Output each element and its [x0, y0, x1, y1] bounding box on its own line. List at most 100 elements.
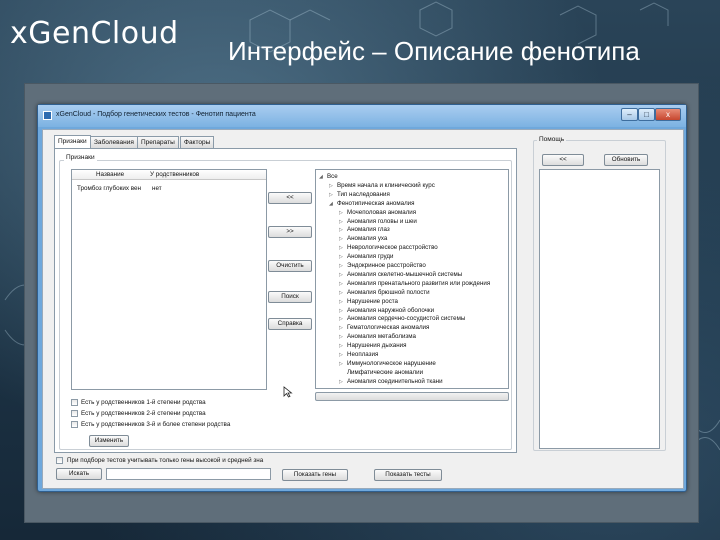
move-left-button[interactable]: <<	[268, 192, 312, 204]
expanded-triangle-icon[interactable]: ◢	[319, 173, 327, 181]
tree-item[interactable]: ▷ Аномалия метаболизма	[339, 333, 416, 341]
tree-item[interactable]: ▷ Аномалия скелетно-мышечной системы	[339, 271, 462, 279]
help-refresh-button[interactable]: Обновить	[604, 154, 648, 166]
tree-item-label: Фенотипическая аномалия	[337, 199, 415, 207]
tree-item[interactable]: ▷ Аномалия уха	[339, 235, 387, 243]
tree-item[interactable]: ▷ Эндокринное расстройство	[339, 262, 426, 270]
tree-item[interactable]: ◢ Фенотипическая аномалия	[329, 200, 415, 208]
logo-cloud: Cloud	[90, 16, 179, 51]
collapsed-triangle-icon[interactable]: ▷	[339, 280, 347, 288]
collapsed-triangle-icon[interactable]: ▷	[339, 307, 347, 315]
tree-item[interactable]: ▷ Аномалия наружной оболочки	[339, 307, 434, 315]
high-significance-genes-checkbox[interactable]	[56, 457, 63, 464]
logo-x: x	[10, 16, 29, 51]
relatives-degree2-checkbox[interactable]	[71, 410, 78, 417]
relatives-degree3-checkbox[interactable]	[71, 421, 78, 428]
show-genes-button[interactable]: Показать гены	[282, 469, 348, 481]
tree-item-label: Иммунологическое нарушение	[347, 359, 436, 367]
tree-item-label: Аномалия глаз	[347, 226, 390, 234]
collapsed-triangle-icon[interactable]: ▷	[339, 235, 347, 243]
minimize-button[interactable]: –	[621, 108, 638, 121]
collapsed-triangle-icon[interactable]: ▷	[339, 271, 347, 279]
tree-item[interactable]: ▷ Тип наследования	[329, 191, 390, 199]
tree-item[interactable]: ▷ Аномалия брюшной полости	[339, 289, 430, 297]
collapsed-triangle-icon[interactable]: ▷	[339, 289, 347, 297]
relatives-degree1-checkbox[interactable]	[71, 399, 78, 406]
tree-item[interactable]: ▷ Время начала и клинический курс	[329, 182, 435, 190]
show-tests-button[interactable]: Показать тесты	[374, 469, 442, 481]
tab-factors[interactable]: Факторы	[180, 136, 215, 148]
search-button[interactable]: Поиск	[268, 291, 312, 303]
collapsed-triangle-icon[interactable]: ▷	[339, 360, 347, 368]
collapsed-triangle-icon[interactable]: ▷	[339, 342, 347, 350]
collapsed-triangle-icon[interactable]: ▷	[339, 218, 347, 226]
tree-item[interactable]: ◢ Все	[319, 173, 338, 181]
row-feature-name[interactable]: Тромбоз глубоких вен	[77, 185, 141, 192]
tab-diseases[interactable]: Заболевания	[90, 136, 138, 148]
relatives-degree2-label: Есть у родственников 2-й степени родства	[81, 410, 206, 417]
column-relatives[interactable]: У родственников	[150, 171, 199, 178]
tree-item[interactable]: ▷ Нарушения дыхания	[339, 342, 406, 350]
tree-item[interactable]: ▷ Мочеполовая аномалия	[339, 209, 416, 217]
collapsed-triangle-icon[interactable]: ▷	[329, 182, 337, 190]
tree-item-label: Неоплазия	[347, 351, 379, 358]
features-tab-page: Признаки Название У родственников Тромбо…	[54, 148, 517, 453]
tree-item-label: Аномалия брюшной полости	[347, 288, 430, 296]
window-title: xGenCloud - Подбор генетических тестов -…	[56, 111, 256, 118]
help-back-button[interactable]: <<	[542, 154, 584, 166]
collapsed-triangle-icon[interactable]: ▷	[339, 253, 347, 261]
tree-item-label: Гематологическая аномалия	[347, 324, 430, 332]
horizontal-scrollbar[interactable]	[315, 392, 509, 401]
tree-item-label: Аномалия головы и шеи	[347, 217, 417, 225]
row-feature-relatives[interactable]: нет	[152, 185, 162, 192]
collapsed-triangle-icon[interactable]: ▷	[339, 209, 347, 217]
collapsed-triangle-icon[interactable]: ▷	[339, 333, 347, 341]
tree-item[interactable]: ▷ Аномалия груди	[339, 253, 393, 261]
collapsed-triangle-icon[interactable]: ▷	[339, 324, 347, 332]
tree-item[interactable]: ▷ Аномалия соединительной ткани	[339, 378, 443, 386]
search-input[interactable]	[106, 468, 271, 480]
tree-item-label: Аномалия соединительной ткани	[347, 377, 443, 385]
window-titlebar[interactable]: xGenCloud - Подбор генетических тестов -…	[38, 105, 686, 127]
mouse-cursor-icon	[283, 386, 293, 398]
collapsed-triangle-icon[interactable]: ▷	[339, 262, 347, 270]
tree-item[interactable]: ▷ Аномалия головы и шеи	[339, 218, 417, 226]
tree-item[interactable]: ▷ Аномалия сердечно-сосудистой системы	[339, 315, 465, 323]
maximize-button[interactable]: □	[638, 108, 655, 121]
selected-features-list[interactable]: Название У родственников Тромбоз глубоки…	[71, 169, 267, 390]
help-content-area[interactable]	[539, 169, 660, 449]
tab-features[interactable]: Признаки	[54, 135, 91, 149]
collapsed-triangle-icon[interactable]: ▷	[339, 226, 347, 234]
tree-item[interactable]: ▷ Нарушение роста	[339, 298, 398, 306]
collapsed-triangle-icon[interactable]: ▷	[339, 351, 347, 359]
tree-item[interactable]: ▷ Аномалия глаз	[339, 226, 390, 234]
tree-item[interactable]: ▷ Неоплазия	[339, 351, 378, 359]
collapsed-triangle-icon[interactable]: ▷	[339, 315, 347, 323]
column-name[interactable]: Название	[96, 171, 124, 178]
find-button[interactable]: Искать	[56, 468, 102, 480]
tree-item[interactable]: ▷ Иммунологическое нарушение	[339, 360, 436, 368]
move-right-button[interactable]: >>	[268, 226, 312, 238]
relatives-degree3-label: Есть у родственников 3-й и более степени…	[81, 421, 231, 428]
clear-button[interactable]: Очистить	[268, 260, 312, 272]
tree-item[interactable]: Лимфатические аномалии	[339, 369, 423, 377]
tree-item-label: Эндокринное расстройство	[347, 262, 426, 269]
close-button[interactable]: x	[655, 108, 681, 121]
app-icon	[43, 111, 52, 120]
tree-item-label: Мочеполовая аномалия	[347, 208, 417, 216]
collapsed-triangle-icon[interactable]: ▷	[339, 298, 347, 306]
phenotype-tree[interactable]: ◢ Все ▷ Время начала и клинический курс ▷ Тип…	[315, 169, 509, 389]
help-button[interactable]: Справка	[268, 318, 312, 330]
collapsed-triangle-icon[interactable]: ▷	[339, 378, 347, 386]
slide-title: Интерфейс – Описание фенотипа	[228, 36, 640, 66]
expanded-triangle-icon[interactable]: ◢	[329, 200, 337, 208]
help-group-label: Помощь	[537, 136, 567, 143]
tree-item[interactable]: ▷ Неврологическое расстройство	[339, 244, 438, 252]
collapsed-triangle-icon[interactable]: ▷	[339, 244, 347, 252]
tree-item[interactable]: ▷ Гематологическая аномалия	[339, 324, 429, 332]
collapsed-triangle-icon[interactable]: ▷	[329, 191, 337, 199]
tree-item-label: Аномалия сердечно-сосудистой системы	[347, 315, 466, 323]
tab-drugs[interactable]: Препараты	[137, 136, 179, 148]
change-button[interactable]: Изменить	[89, 435, 129, 447]
tree-item[interactable]: ▷ Аномалия пренатального развития или рож…	[339, 280, 490, 288]
